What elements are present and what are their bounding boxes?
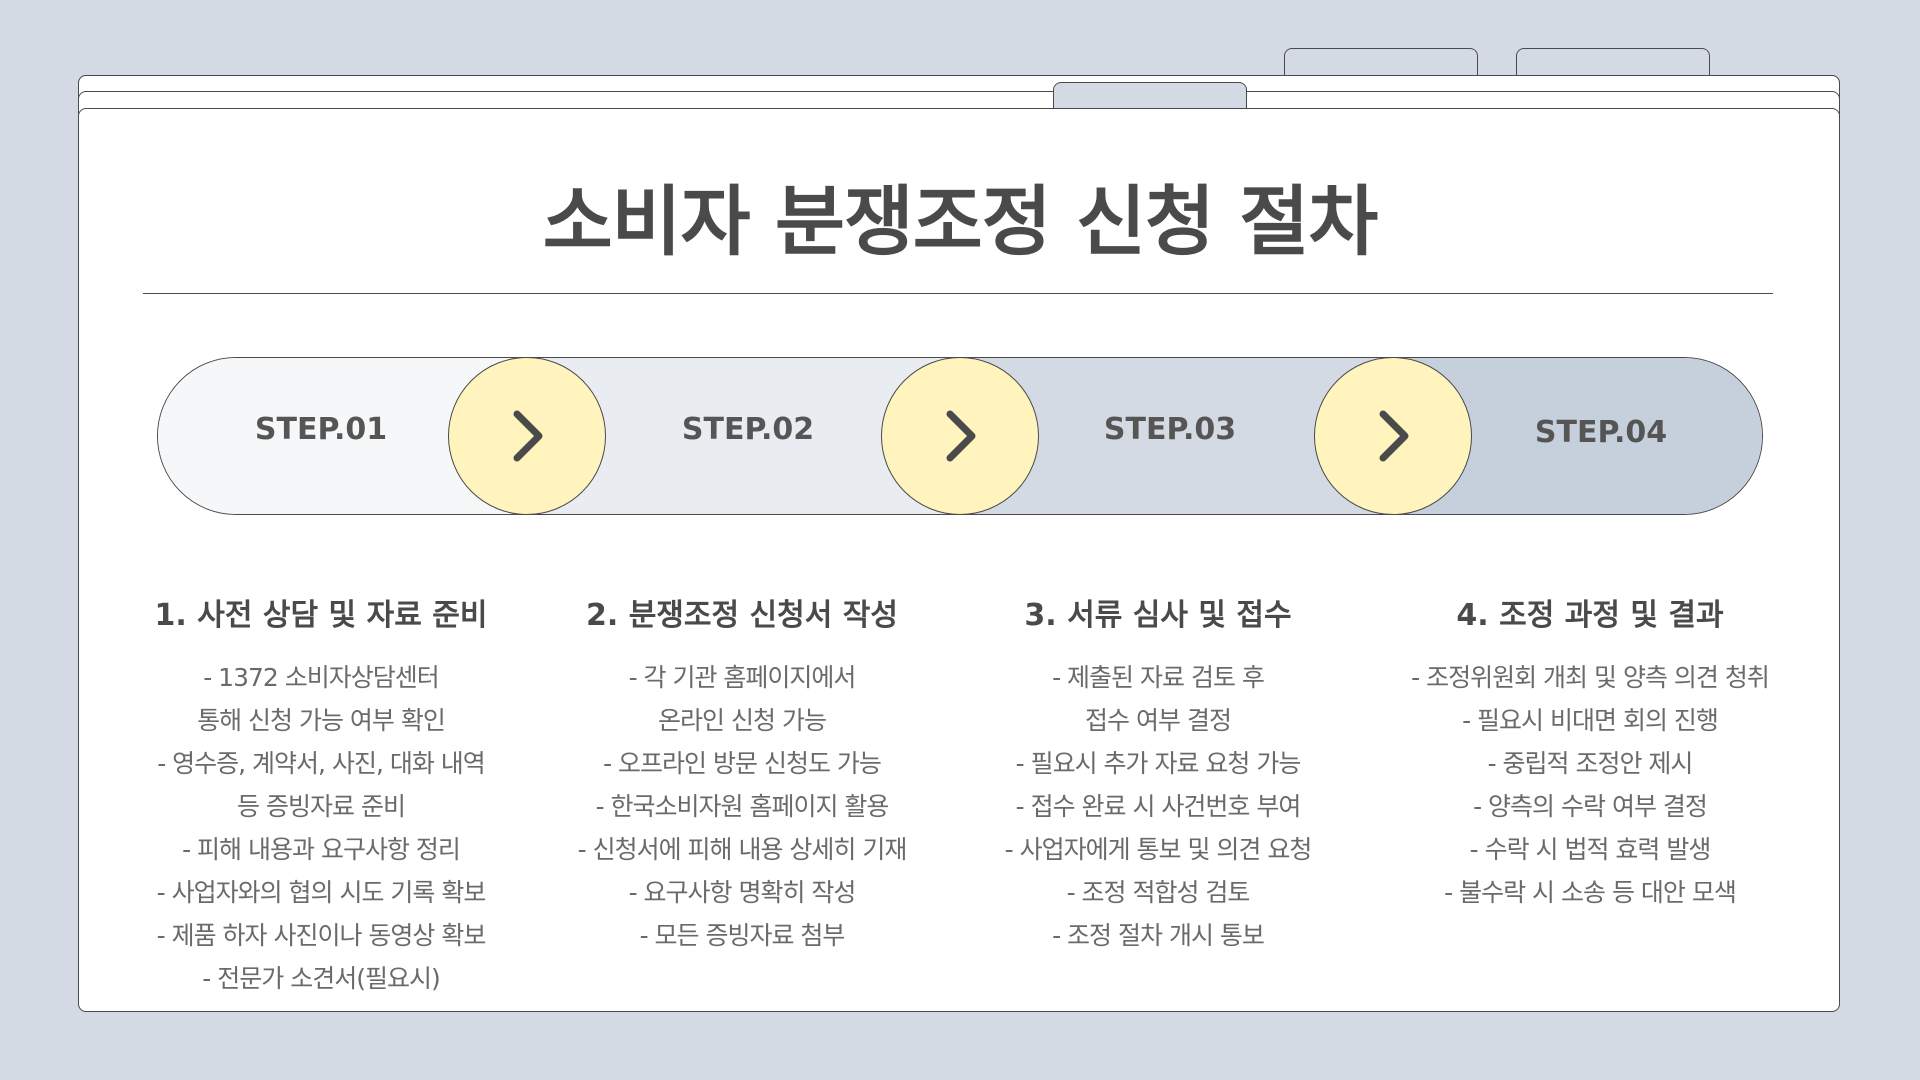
step-heading: 1. 사전 상담 및 자료 준비 (154, 598, 488, 633)
step-detail-line: - 조정 절차 개시 통보 (1052, 921, 1265, 950)
chevron-right-icon (1379, 410, 1409, 462)
step-label-3: STEP.03 (1103, 412, 1237, 447)
step-arrow-3 (1314, 357, 1472, 515)
step-label-2: STEP.02 (681, 412, 815, 447)
step-detail-line: - 접수 완료 시 사건번호 부여 (1015, 792, 1302, 821)
step-arrow-2 (881, 357, 1039, 515)
chevron-right-icon (513, 410, 543, 462)
step-detail-1: 1. 사전 상담 및 자료 준비 - 1372 소비자상담센터 통해 신청 가능… (121, 590, 521, 1000)
step-detail-line: - 조정위원회 개최 및 양측 의견 청취 (1411, 663, 1770, 692)
step-detail-line: - 필요시 추가 자료 요청 가능 (1015, 749, 1302, 778)
step-detail-3: 3. 서류 심사 및 접수 - 제출된 자료 검토 후 접수 여부 결정 - 필… (958, 590, 1358, 957)
step-detail-line: - 양측의 수락 여부 결정 (1473, 792, 1708, 821)
step-detail-line: - 1372 소비자상담센터 (203, 663, 440, 692)
step-detail-line: - 제출된 자료 검토 후 (1052, 663, 1265, 692)
step-detail-line: 접수 여부 결정 (1085, 706, 1232, 735)
step-detail-line: 온라인 신청 가능 (658, 706, 827, 735)
step-detail-line: - 제품 하자 사진이나 동영상 확보 (156, 921, 487, 950)
step-detail-line: 통해 신청 가능 여부 확인 (197, 706, 446, 735)
step-label-1: STEP.01 (254, 412, 388, 447)
step-detail-line: - 불수락 시 소송 등 대안 모색 (1444, 878, 1737, 907)
step-label-4: STEP.04 (1534, 415, 1668, 450)
step-detail-line: - 요구사항 명확히 작성 (628, 878, 857, 907)
step-detail-line: 등 증빙자료 준비 (237, 792, 406, 821)
step-detail-line: - 조정 적합성 검토 (1066, 878, 1251, 907)
step-detail-line: - 전문가 소견서(필요시) (202, 964, 440, 993)
step-detail-line: - 중립적 조정안 제시 (1487, 749, 1694, 778)
step-heading: 2. 분쟁조정 신청서 작성 (585, 598, 898, 633)
step-detail-line: - 한국소비자원 홈페이지 활용 (595, 792, 890, 821)
step-heading: 4. 조정 과정 및 결과 (1456, 598, 1724, 633)
step-detail-line: - 오프라인 방문 신청도 가능 (603, 749, 882, 778)
page-title: 소비자 분쟁조정 신청 절차 (542, 177, 1379, 266)
step-detail-line: - 신청서에 피해 내용 상세히 기재 (577, 835, 908, 864)
step-heading: 3. 서류 심사 및 접수 (1024, 598, 1292, 633)
step-detail-line: - 모든 증빙자료 첨부 (639, 921, 846, 950)
step-detail-4: 4. 조정 과정 및 결과 - 조정위원회 개최 및 양측 의견 청취 - 필요… (1390, 590, 1790, 914)
step-detail-2: 2. 분쟁조정 신청서 작성 - 각 기관 홈페이지에서 온라인 신청 가능 -… (542, 590, 942, 957)
step-detail-line: - 수락 시 법적 효력 발생 (1469, 835, 1712, 864)
step-arrow-1 (448, 357, 606, 515)
step-detail-line: - 각 기관 홈페이지에서 (628, 663, 857, 692)
step-detail-line: - 사업자와의 협의 시도 기록 확보 (156, 878, 487, 907)
step-detail-line: - 피해 내용과 요구사항 정리 (182, 835, 461, 864)
step-detail-line: - 필요시 비대면 회의 진행 (1462, 706, 1719, 735)
step-detail-line: - 사업자에게 통보 및 의견 요청 (1004, 835, 1313, 864)
chevron-right-icon (946, 410, 976, 462)
step-detail-line: - 영수증, 계약서, 사진, 대화 내역 (157, 749, 486, 778)
title-divider (143, 293, 1773, 294)
